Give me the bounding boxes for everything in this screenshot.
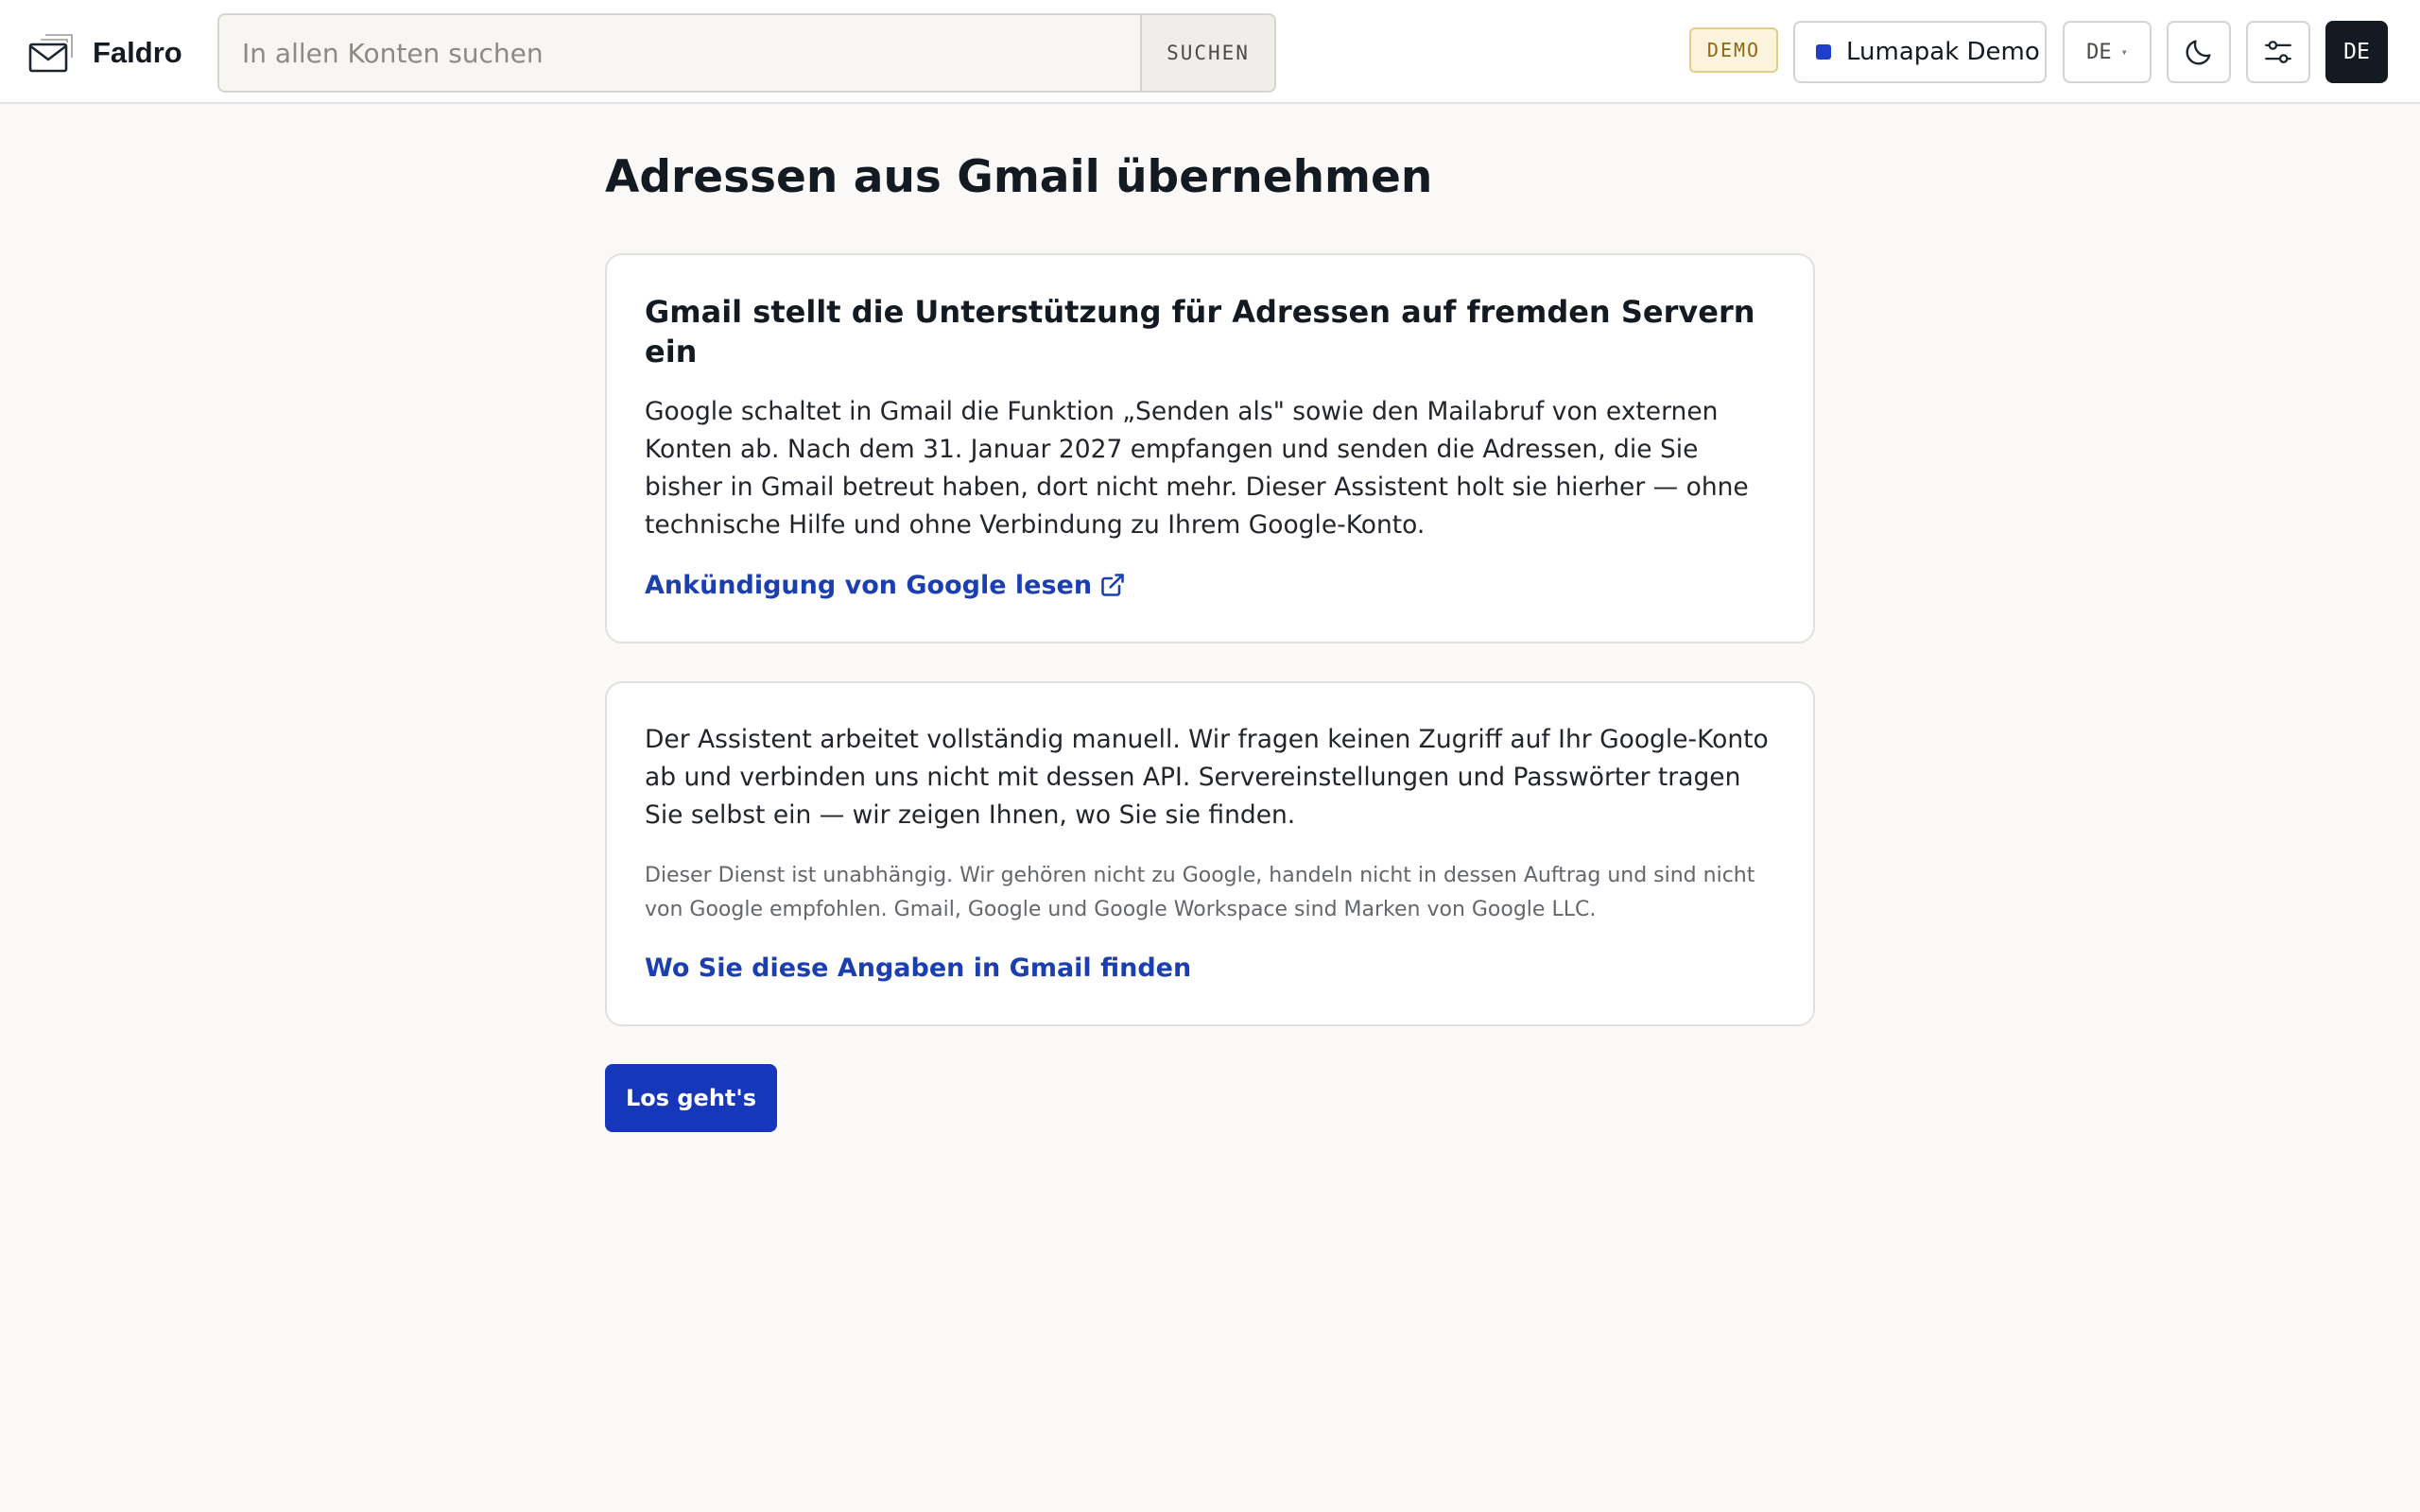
language-select[interactable]: DE ▾	[2063, 21, 2152, 83]
gmail-settings-help-link[interactable]: Wo Sie diese Angaben in Gmail finden	[645, 952, 1191, 985]
disclaimer-text: Dieser Dienst ist unabhängig. Wir gehöre…	[645, 863, 1755, 921]
chevron-down-icon: ▾	[2120, 45, 2128, 59]
external-link-icon	[1101, 574, 1124, 596]
notice-card: Gmail stellt die Unterstützung für Adres…	[605, 253, 1815, 644]
start-button[interactable]: Los geht's	[605, 1063, 777, 1132]
account-name: Lumapak Demo	[1846, 38, 2040, 66]
google-announcement-link[interactable]: Ankündigung von Google lesen	[645, 569, 1126, 602]
search-bar: SUCHEN	[217, 13, 1276, 93]
account-color-dot	[1816, 44, 1831, 60]
notice-card-text: Google schaltet in Gmail die Funktion „S…	[645, 396, 1749, 540]
info-card-text: Der Assistent arbeitet vollständig manue…	[645, 724, 1769, 830]
main-content: Adressen aus Gmail übernehmen Gmail stel…	[605, 151, 1815, 1132]
top-bar: Faldro SUCHEN DEMO Lumapak Demo DE ▾ DE	[0, 0, 2420, 104]
demo-badge: DEMO	[1689, 27, 1778, 73]
notice-card-title: Gmail stellt die Unterstützung für Adres…	[645, 294, 1755, 369]
user-avatar[interactable]: DE	[2325, 21, 2388, 83]
account-switcher[interactable]: Lumapak Demo	[1793, 21, 2047, 83]
moon-icon	[2186, 40, 2211, 65]
theme-toggle-button[interactable]	[2167, 21, 2231, 83]
info-card: Der Assistent arbeitet vollständig manue…	[605, 680, 1815, 1026]
search-input[interactable]	[219, 15, 1140, 91]
settings-button[interactable]	[2246, 21, 2310, 83]
page-title: Adressen aus Gmail übernehmen	[605, 151, 1433, 203]
brand-name: Faldro	[93, 36, 182, 69]
sliders-icon	[2265, 41, 2291, 63]
brand[interactable]: Faldro	[28, 28, 182, 77]
language-value: DE	[2086, 40, 2112, 64]
search-button[interactable]: SUCHEN	[1140, 15, 1274, 91]
google-announcement-link-label: Ankündigung von Google lesen	[645, 570, 1093, 600]
envelope-icon	[28, 34, 73, 73]
